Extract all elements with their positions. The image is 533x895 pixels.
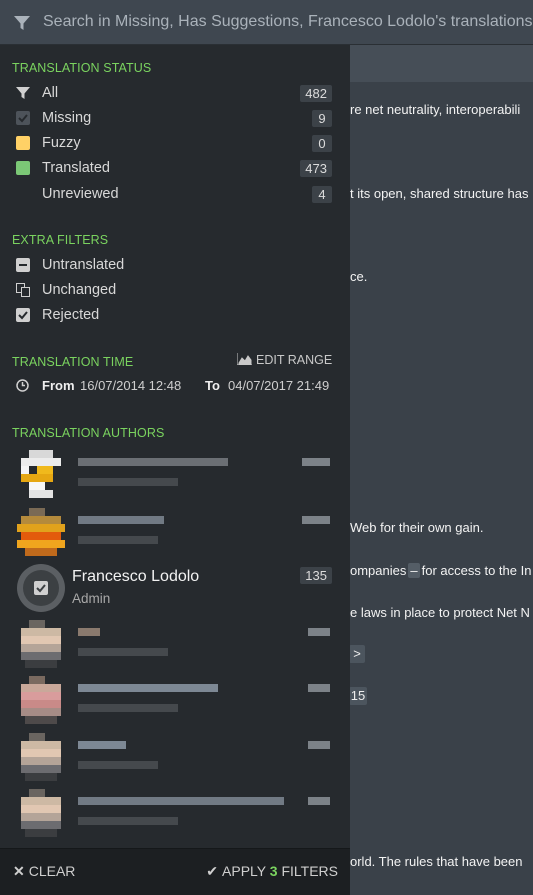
author-item[interactable] [0,733,350,785]
search-input[interactable]: Search in Missing, Has Suggestions, Fran… [43,13,533,31]
from-value: 16/07/2014 12:48 [80,378,182,393]
edit-range-button[interactable]: EDIT RANGE [236,353,333,367]
author-item[interactable] [0,450,350,502]
time-range[interactable]: From 16/07/2014 12:48 To 04/07/2017 21:4… [0,378,350,398]
author-item[interactable] [0,676,350,728]
author-item[interactable] [0,508,350,560]
editor-toolbar-strip [350,45,533,82]
author-item[interactable] [0,789,350,841]
filter-unreviewed[interactable]: Unreviewed 4 [0,183,350,207]
filter-translated[interactable]: Translated 473 [0,157,350,181]
unreviewed-icon [16,187,30,201]
apply-label: APPLY [222,863,266,879]
filter-label: Missing [42,110,92,126]
section-title-authors: TRANSLATION AUTHORS [12,426,165,440]
filter-label: Translated [42,160,110,176]
source-text-line: orld. The rules that have been [350,854,523,869]
placeable-badge: > [349,645,365,663]
rejected-icon [16,308,30,322]
source-text-line: e laws in place to protect Net N [350,605,530,620]
clear-button[interactable]: ✕ CLEAR [13,863,75,880]
filter-label: Untranslated [42,257,125,273]
filter-count: 0 [312,135,332,152]
filter-icon [16,87,30,99]
source-text-line: Web for their own gain. [350,520,484,535]
filter-label: Fuzzy [42,135,81,151]
to-value: 04/07/2017 21:49 [228,378,330,393]
section-title-time: TRANSLATION TIME [12,355,134,369]
author-item-francesco[interactable]: Francesco Lodolo Admin 135 [0,564,350,616]
author-role: Admin [72,591,111,606]
filter-rejected[interactable]: Rejected [0,304,350,328]
filter-fuzzy[interactable]: Fuzzy 0 [0,132,350,156]
section-title-extra: EXTRA FILTERS [12,233,109,247]
avatar [17,733,65,781]
filter-footer: ✕ CLEAR ✔ APPLY 3 FILTERS [0,848,350,895]
filter-label: Rejected [42,307,100,323]
close-icon: ✕ [13,863,25,879]
avatar [17,508,65,556]
clock-icon [16,379,29,392]
source-text-line: t its open, shared structure has [350,186,529,201]
avatar [17,676,65,724]
filter-unchanged[interactable]: Unchanged [0,279,350,303]
avatar [17,789,65,837]
missing-icon [16,111,30,125]
clear-label: CLEAR [28,863,76,879]
section-title-status: TRANSLATION STATUS [12,61,152,75]
avatar [17,564,65,612]
translated-icon [16,161,30,175]
source-text-line: re net neutrality, interoperabili [350,102,521,117]
source-text-line: ce. [350,269,368,284]
source-text-line: ompanies – for access to the In [350,563,532,578]
author-name: Francesco Lodolo [72,568,200,585]
filter-panel: TRANSLATION STATUS All 482 Missing 9 Fuz… [0,45,350,895]
filter-label: Unchanged [42,282,117,298]
placeable-badge: 15 [349,687,367,705]
search-bar[interactable]: Search in Missing, Has Suggestions, Fran… [0,0,533,45]
author-item[interactable] [0,620,350,672]
chart-icon [236,353,252,366]
author-count: 135 [300,567,332,584]
filter-count: 482 [300,85,332,102]
filter-label: All [42,85,59,101]
filter-icon[interactable] [12,13,32,33]
filter-count: 473 [300,160,332,177]
filter-label: Unreviewed [42,186,119,202]
filter-untranslated[interactable]: Untranslated [0,254,350,278]
apply-count: 3 [269,863,278,879]
avatar [17,450,65,498]
editor-background [350,45,533,895]
untranslated-icon [16,258,30,272]
filter-all[interactable]: All 482 [0,82,350,106]
from-label: From [42,378,75,393]
filter-count: 9 [312,110,332,127]
apply-suffix: FILTERS [281,863,338,879]
filter-missing[interactable]: Missing 9 [0,107,350,131]
avatar [17,620,65,668]
fuzzy-icon [16,136,30,150]
check-icon: ✔ [206,863,219,879]
unchanged-icon [16,283,30,297]
filter-count: 4 [312,186,332,203]
to-label: To [205,378,220,393]
apply-filters-button[interactable]: ✔ APPLY 3 FILTERS [206,863,338,880]
edit-range-label: EDIT RANGE [256,353,333,367]
